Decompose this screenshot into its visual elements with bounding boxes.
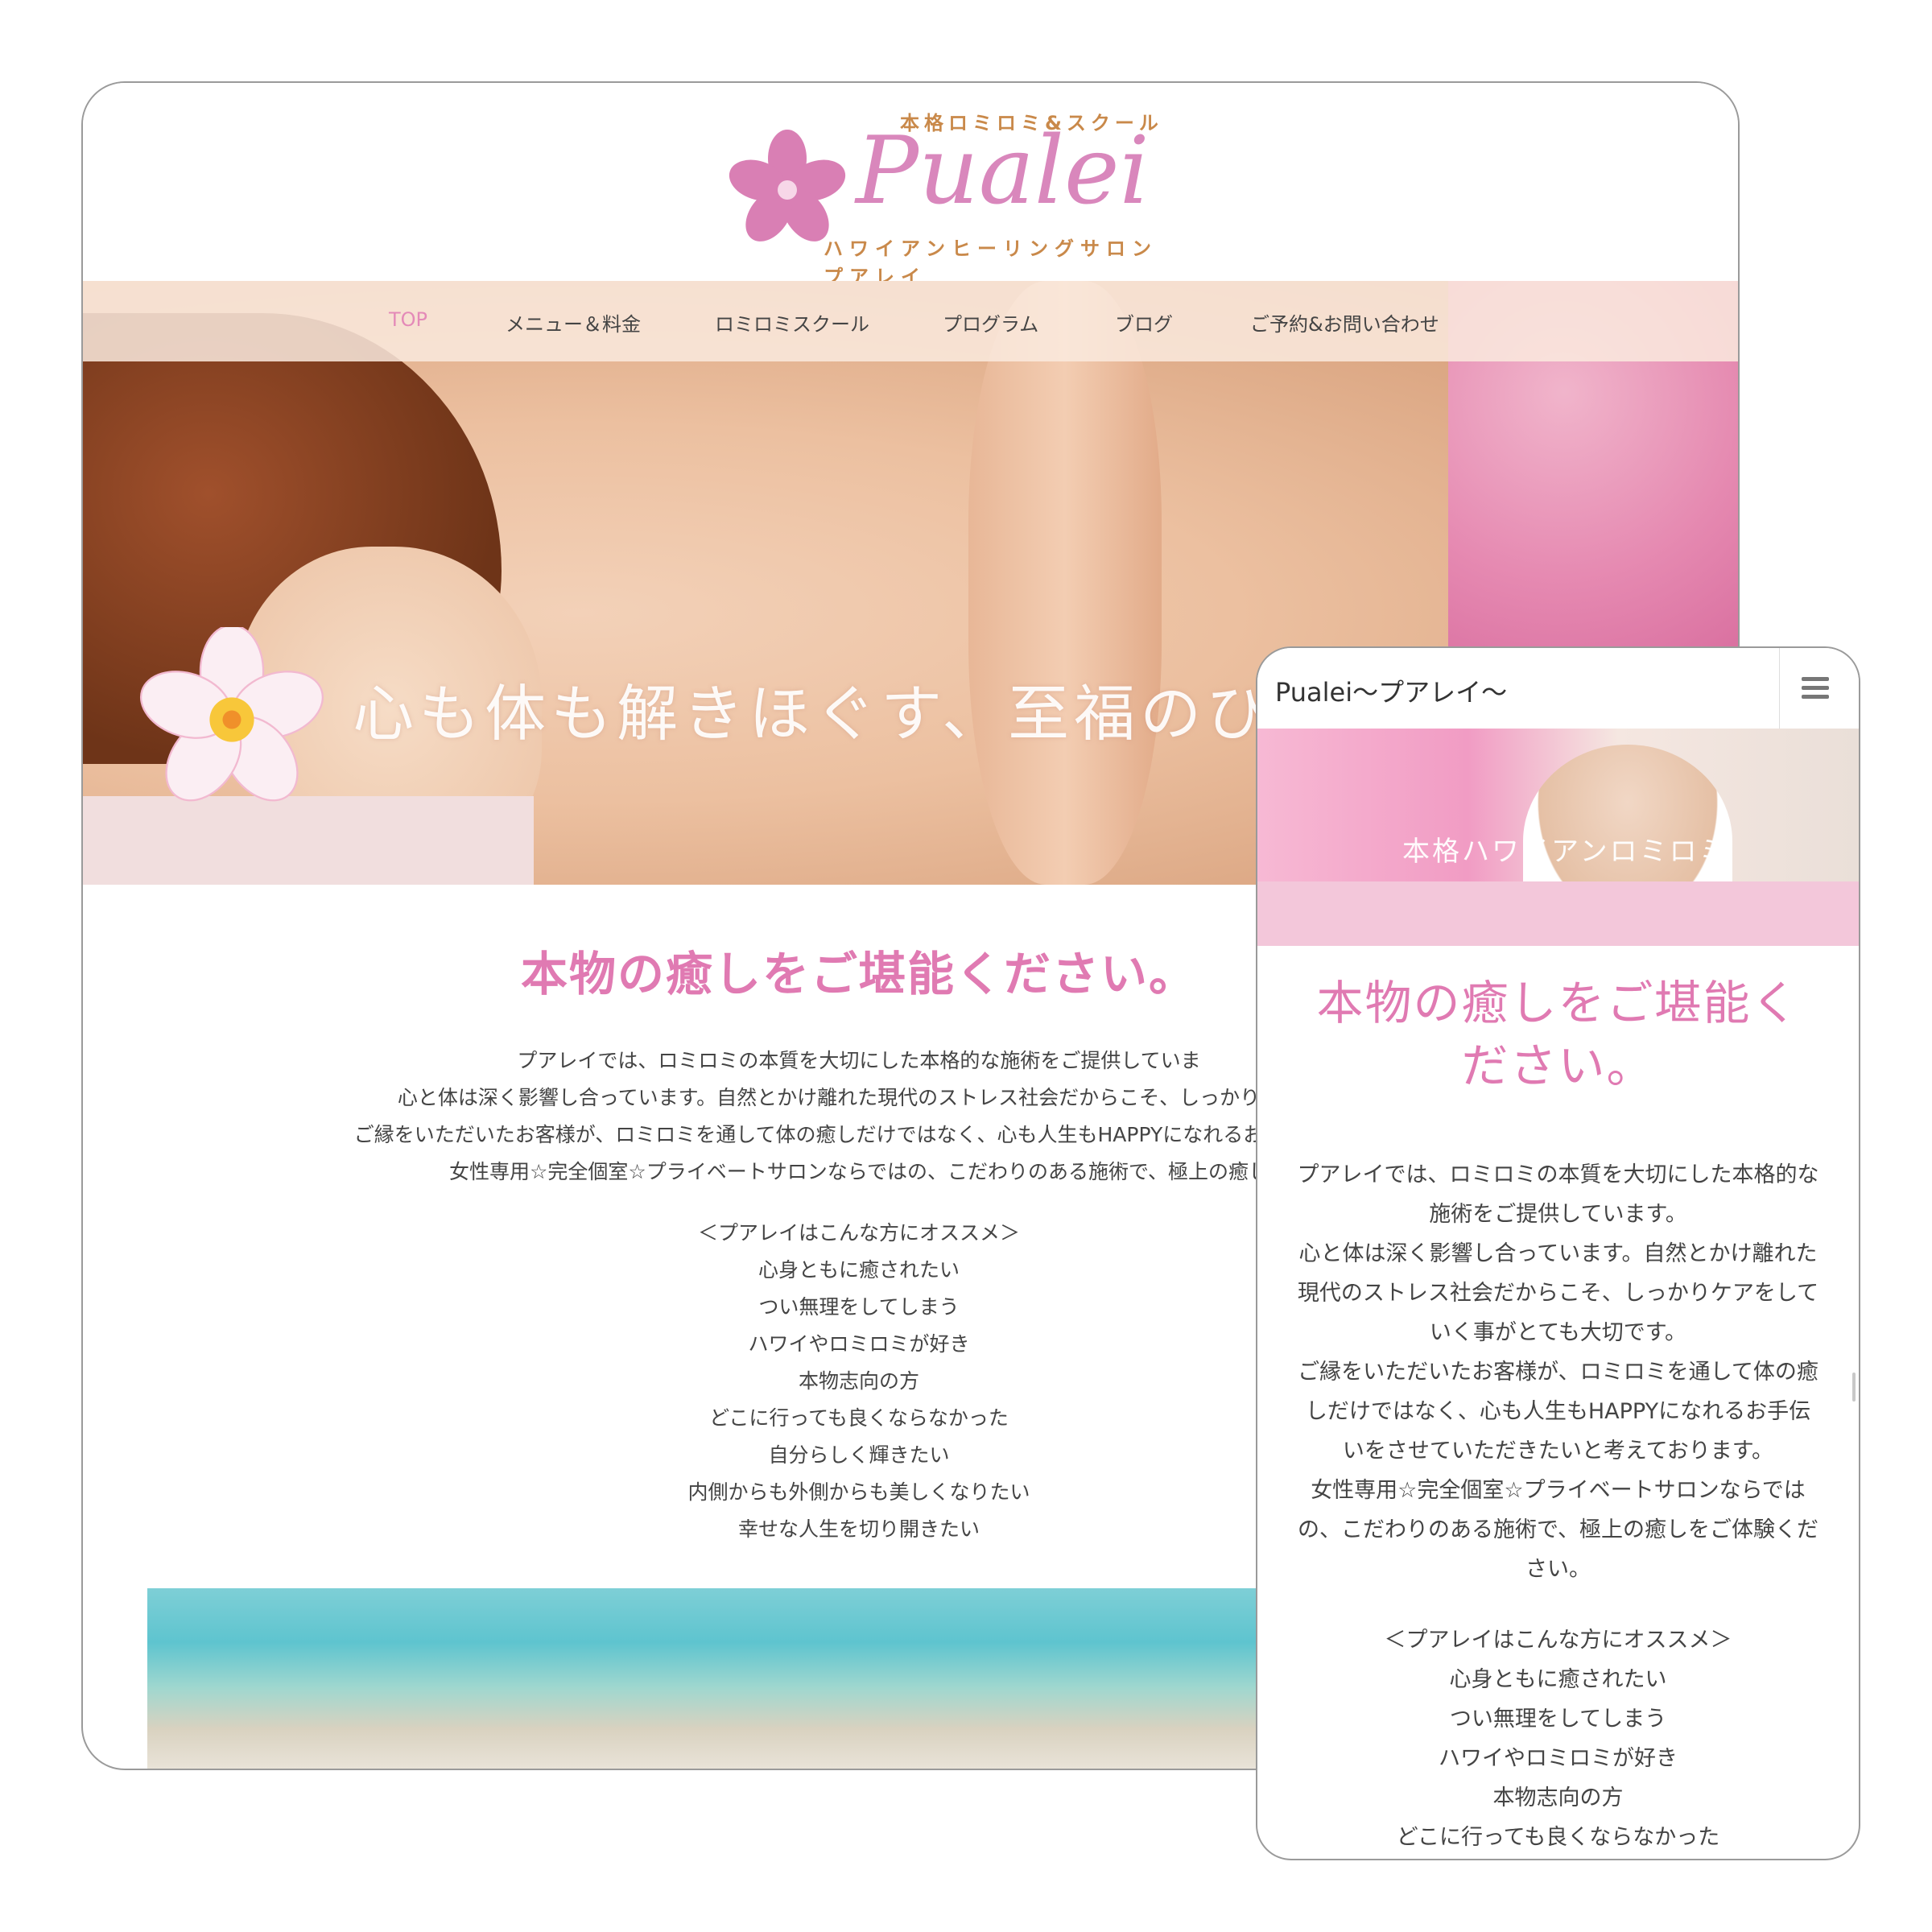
nav-top[interactable]: TOP [389, 308, 427, 331]
intro-line: 現代のストレス社会だからこそ、しっかりケアをして [1297, 1281, 1819, 1306]
intro-line: さい。 [1525, 1557, 1591, 1582]
list-item: つい無理をしてしまう [1449, 1707, 1667, 1732]
heading-line: ださい。 [1461, 1038, 1655, 1093]
nav-menu-price[interactable]: メニュー＆料金 [506, 308, 641, 336]
mobile-intro-paragraph: プアレイでは、ロミロミの本質を大切にした本格的な 施術をご提供しています。 心と… [1274, 1155, 1843, 1589]
intro-line: 心と体は深く影響し合っています。自然とかけ離れた [1298, 1241, 1818, 1266]
intro-line: いをさせていただきたいと考えております。 [1342, 1439, 1774, 1463]
intro-line: いく事がとても大切です。 [1429, 1320, 1687, 1345]
site-logo[interactable]: 本格ロミロミ&スクール Pualei ハワイアンヒーリングサロン プアレイ [727, 104, 1178, 288]
intro-line: 女性専用☆完全個室☆プライベートサロンならでは [1311, 1478, 1806, 1503]
mobile-section-heading: 本物の癒しをご堪能く ださい。 [1274, 972, 1843, 1097]
nav-program[interactable]: プログラム [943, 308, 1038, 336]
nav-lomilomi-school[interactable]: ロミロミスクール [715, 308, 869, 336]
list-item: 本物志向の方 [1492, 1785, 1624, 1810]
heading-line: 本物の癒しをご堪能く [1316, 976, 1800, 1030]
intro-line: ご縁をいただいたお客様が、ロミロミを通して体の癒 [1298, 1360, 1818, 1385]
mobile-header: Pualei〜プアレイ〜 [1257, 648, 1859, 729]
list-heading: ＜プアレイはこんな方にオススメ＞ [1384, 1628, 1732, 1653]
list-item: 心身ともに癒されたい [1449, 1667, 1667, 1692]
intro-line: 施術をご提供しています。 [1429, 1202, 1687, 1227]
mobile-recommend-list: ＜プアレイはこんな方にオススメ＞ 心身ともに癒されたい つい無理をしてしまう ハ… [1274, 1620, 1843, 1857]
hero-arm-shape [968, 281, 1162, 885]
intro-line: の、こだわりのある施術で、極上の癒しをご体験くだ [1298, 1517, 1818, 1542]
site-header: 本格ロミロミ&スクール Pualei ハワイアンヒーリングサロン プアレイ [83, 83, 1738, 288]
logo-name: Pualei [856, 117, 1150, 225]
header-divider [1779, 648, 1780, 729]
intro-line: しだけではなく、心も人生もHAPPYになれるお手伝 [1305, 1399, 1811, 1424]
main-nav: TOP メニュー＆料金 ロミロミスクール プログラム ブログ ご予約&お問い合わ… [83, 281, 1738, 361]
mobile-preview: Pualei〜プアレイ〜 本格ハワイアンロミロミ 本物の癒しをご堪能く ださい。… [1256, 646, 1860, 1860]
intro-line: プアレイでは、ロミロミの本質を大切にした本格的な [1297, 1162, 1819, 1187]
nav-reservation-contact[interactable]: ご予約&お問い合わせ [1250, 308, 1439, 336]
hamburger-menu-icon[interactable] [1797, 672, 1837, 704]
mobile-site-title[interactable]: Pualei〜プアレイ〜 [1275, 672, 1507, 709]
list-item: どこに行っても良くならなかった [1396, 1825, 1720, 1850]
scrollbar-thumb[interactable] [1852, 1373, 1856, 1402]
nav-blog[interactable]: ブログ [1115, 308, 1173, 336]
mobile-hero-cushion [1257, 881, 1859, 946]
list-item: ハワイやロミロミが好き [1439, 1746, 1678, 1771]
mobile-hero-title: 本格ハワイアンロミロミ [1402, 836, 1729, 868]
